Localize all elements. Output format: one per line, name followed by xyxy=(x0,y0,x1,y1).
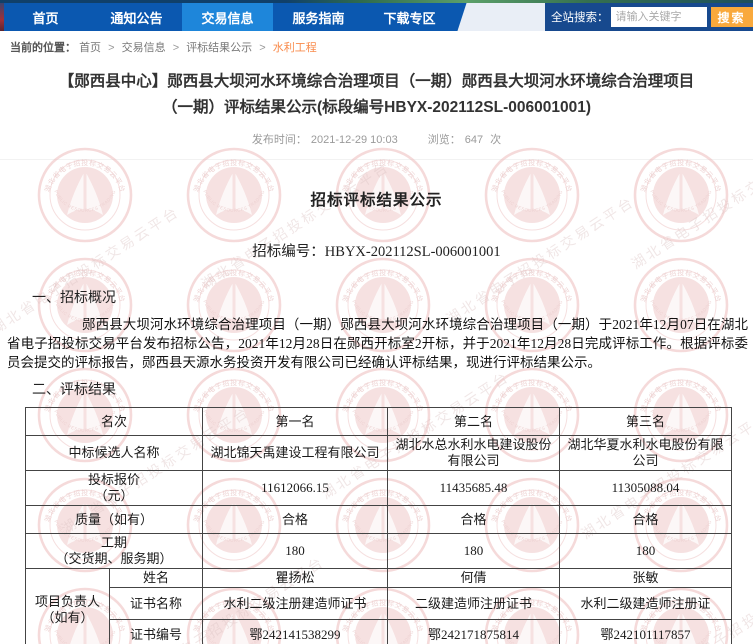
quality-2: 合格 xyxy=(388,506,560,534)
breadcrumb-item-home[interactable]: 首页 xyxy=(79,42,101,54)
views-suffix: 次 xyxy=(490,134,501,146)
price-1: 11612066.15 xyxy=(203,471,388,506)
table-row-header: 名次 第一名 第二名 第三名 xyxy=(26,408,732,436)
views-count: 647 xyxy=(465,134,483,146)
result-heading: 招标评标结果公示 xyxy=(0,188,753,210)
bid-number-line: 招标编号：HBYX-202112SL-006001001 xyxy=(0,240,753,261)
evaluation-result-table: 名次 第一名 第二名 第三名 中标候选人名称 湖北锦天禹建设工程有限公司 湖北水… xyxy=(25,407,732,644)
table-row-price: 投标报价 （元） 11612066.15 11435685.48 1130508… xyxy=(26,471,732,506)
duration-1: 180 xyxy=(203,534,388,569)
bid-number-value: HBYX-202112SL-006001001 xyxy=(325,244,501,260)
price-3: 11305088.04 xyxy=(560,471,732,506)
search-input[interactable] xyxy=(611,7,707,27)
duration-3: 180 xyxy=(560,534,732,569)
breadcrumb-item-water-projects[interactable]: 水利工程 xyxy=(273,42,317,54)
breadcrumb: 当前的位置： 首页 > 交易信息 > 评标结果公示 > 水利工程 xyxy=(0,31,753,61)
breadcrumb-separator: > xyxy=(259,42,265,54)
leader-name-3: 张敏 xyxy=(560,569,732,588)
duration-label: 工期 （交货期、服务期） xyxy=(26,534,203,569)
nav-tab-downloads[interactable]: 下载专区 xyxy=(364,3,455,31)
cert-name-2: 二级建造师注册证书 xyxy=(388,588,560,620)
leader-name-2: 何倩 xyxy=(388,569,560,588)
table-row-quality: 质量（如有） 合格 合格 合格 xyxy=(26,506,732,534)
section1-title: 一、招标概况 xyxy=(32,287,753,307)
window-edge-artifact xyxy=(0,3,4,31)
nav-tab-notices[interactable]: 通知公告 xyxy=(91,3,182,31)
table-row-leader-name: 项目负责人 （如有） 姓名 瞿扬松 何倩 张敏 xyxy=(26,569,732,588)
table-row-cert-no: 证书编号 鄂242141538299 鄂242171875814 鄂242101… xyxy=(26,620,732,644)
cert-name-3: 水利二级建造师注册证 xyxy=(560,588,732,620)
quality-label: 质量（如有） xyxy=(26,506,203,534)
article-content: 招标评标结果公示 招标编号：HBYX-202112SL-006001001 一、… xyxy=(0,188,753,644)
search-label: 全站搜索： xyxy=(551,9,609,25)
breadcrumb-prefix: 当前的位置： xyxy=(10,42,76,54)
quality-1: 合格 xyxy=(203,506,388,534)
cert-no-1: 鄂242141538299 xyxy=(203,620,388,644)
price-label: 投标报价 （元） xyxy=(26,471,203,506)
top-nav: 首页 通知公告 交易信息 服务指南 下载专区 全站搜索： 搜索 xyxy=(0,3,753,31)
cert-no-2: 鄂242171875814 xyxy=(388,620,560,644)
cert-no-label: 证书编号 xyxy=(110,620,203,644)
price-2: 11435685.48 xyxy=(388,471,560,506)
candidate-label: 中标候选人名称 xyxy=(26,436,203,471)
table-row-duration: 工期 （交货期、服务期） 180 180 180 xyxy=(26,534,732,569)
header-rank: 名次 xyxy=(26,408,203,436)
header-first: 第一名 xyxy=(203,408,388,436)
search-button[interactable]: 搜索 xyxy=(711,7,753,27)
cert-no-3: 鄂242101117857 xyxy=(560,620,732,644)
publish-time-label: 发布时间： xyxy=(252,134,307,146)
publish-time-value: 2021-12-29 10:03 xyxy=(311,134,398,146)
site-search-bar: 全站搜索： 搜索 xyxy=(545,3,753,31)
leader-name-1: 瞿扬松 xyxy=(203,569,388,588)
article-title: 【郧西县中心】郧西县大坝河水环境综合治理项目（一期）郧西县大坝河水环境综合治理项… xyxy=(0,69,753,121)
section1-paragraph: 郧西县大坝河水环境综合治理项目（一期）郧西县大坝河水环境综合治理项目（一期）于2… xyxy=(7,315,748,372)
views-label: 浏览： xyxy=(428,134,461,146)
candidate-1: 湖北锦天禹建设工程有限公司 xyxy=(203,436,388,471)
breadcrumb-item-results[interactable]: 评标结果公示 xyxy=(186,42,252,54)
table-row-candidates: 中标候选人名称 湖北锦天禹建设工程有限公司 湖北水总水利水电建设股份有限公司 湖… xyxy=(26,436,732,471)
cert-name-label: 证书名称 xyxy=(110,588,203,620)
breadcrumb-separator: > xyxy=(173,42,179,54)
candidate-3: 湖北华夏水利水电股份有限公司 xyxy=(560,436,732,471)
section2-title: 二、评标结果 xyxy=(32,379,753,399)
breadcrumb-separator: > xyxy=(108,42,114,54)
cert-name-1: 水利二级注册建造师证书 xyxy=(203,588,388,620)
leader-group-label: 项目负责人 （如有） xyxy=(26,569,110,644)
article-meta: 发布时间： 2021-12-29 10:03 浏览： 647 次 xyxy=(0,131,753,160)
nav-diagonal-divider xyxy=(457,3,559,31)
header-third: 第三名 xyxy=(560,408,732,436)
bid-number-label: 招标编号： xyxy=(252,244,325,260)
nav-tab-service-guide[interactable]: 服务指南 xyxy=(273,3,364,31)
breadcrumb-item-trade-info[interactable]: 交易信息 xyxy=(122,42,166,54)
quality-3: 合格 xyxy=(560,506,732,534)
table-row-cert-name: 证书名称 水利二级注册建造师证书 二级建造师注册证书 水利二级建造师注册证 xyxy=(26,588,732,620)
page: 首页 通知公告 交易信息 服务指南 下载专区 全站搜索： 搜索 当前的位置： 首… xyxy=(0,0,753,644)
name-label: 姓名 xyxy=(110,569,203,588)
duration-2: 180 xyxy=(388,534,560,569)
header-second: 第二名 xyxy=(388,408,560,436)
candidate-2: 湖北水总水利水电建设股份有限公司 xyxy=(388,436,560,471)
nav-tab-home[interactable]: 首页 xyxy=(0,3,91,31)
nav-tab-trade-info[interactable]: 交易信息 xyxy=(182,3,273,31)
